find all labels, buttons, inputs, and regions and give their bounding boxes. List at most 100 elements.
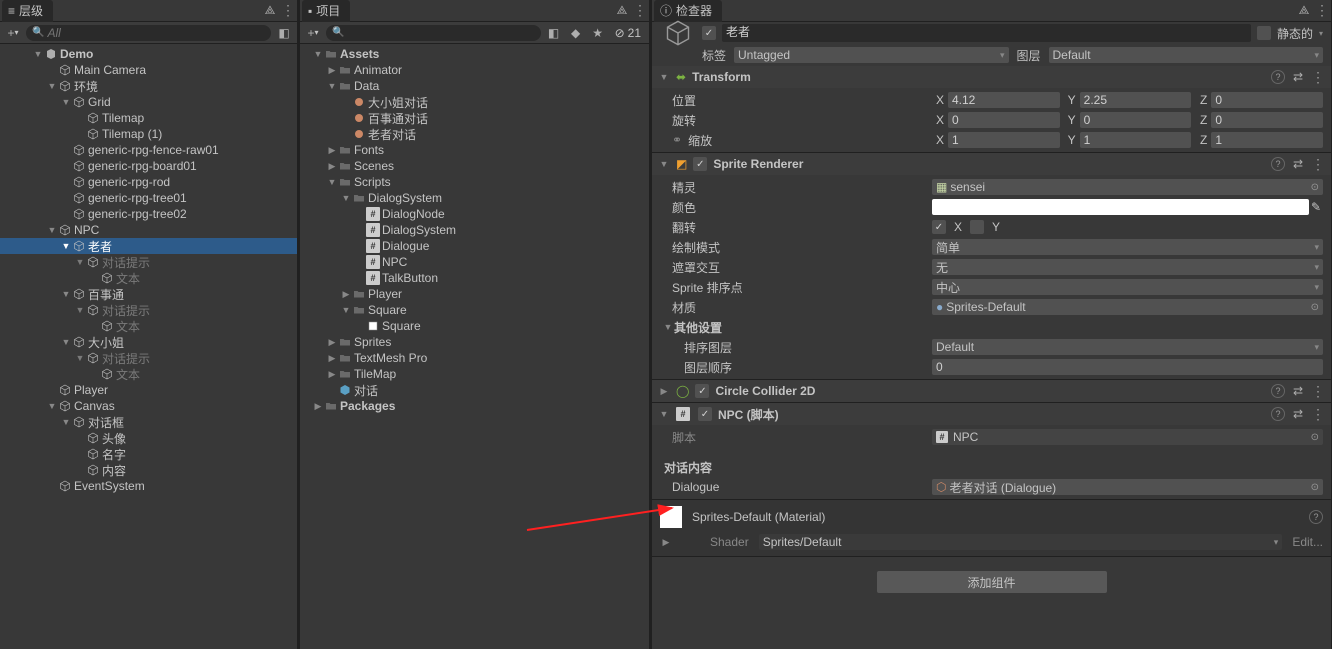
component-menu-icon[interactable]: ⋮	[1311, 69, 1325, 86]
tree-row[interactable]: #DialogNode	[300, 206, 649, 222]
flip-x-checkbox[interactable]	[932, 220, 946, 234]
tree-row[interactable]: #TalkButton	[300, 270, 649, 286]
tree-row[interactable]: 百事通对话	[300, 110, 649, 126]
tree-row[interactable]: generic-rpg-board01	[0, 158, 297, 174]
help-icon[interactable]: ?	[1271, 157, 1285, 171]
tree-row[interactable]: ▶Sprites	[300, 334, 649, 350]
tree-row[interactable]: 对话	[300, 382, 649, 398]
tree-row[interactable]: ▶TileMap	[300, 366, 649, 382]
chevron-down-icon[interactable]: ▼	[46, 224, 58, 236]
chevron-down-icon[interactable]: ▼	[340, 304, 352, 316]
tree-row[interactable]: ▶Packages	[300, 398, 649, 414]
static-checkbox[interactable]	[1257, 26, 1271, 40]
tree-row[interactable]: generic-rpg-tree01	[0, 190, 297, 206]
chevron-right-icon[interactable]: ▶	[326, 64, 338, 76]
tree-row[interactable]: generic-rpg-rod	[0, 174, 297, 190]
help-icon[interactable]: ?	[1309, 510, 1323, 524]
tree-row[interactable]: ▼NPC	[0, 222, 297, 238]
tree-row[interactable]: ▼对话提示	[0, 350, 297, 366]
tree-row[interactable]: ▼Demo	[0, 46, 297, 62]
tree-row[interactable]: ▼老者	[0, 238, 297, 254]
chevron-down-icon[interactable]: ▼	[46, 400, 58, 412]
circle-collider-enabled-checkbox[interactable]	[695, 384, 709, 398]
chevron-down-icon[interactable]: ▼	[658, 408, 670, 420]
chevron-right-icon[interactable]: ▶	[660, 536, 672, 548]
rotation-x-input[interactable]	[952, 113, 1056, 127]
gameobject-name-input[interactable]	[726, 24, 1247, 38]
preset-icon[interactable]: ⇄	[1291, 70, 1305, 84]
chevron-down-icon[interactable]: ▼	[340, 192, 352, 204]
scale-z-input[interactable]	[1215, 133, 1319, 147]
chevron-right-icon[interactable]: ▶	[312, 400, 324, 412]
project-menu-icon[interactable]: ⋮	[633, 4, 647, 18]
create-dropdown[interactable]: +▾	[6, 26, 20, 40]
lock-icon[interactable]: ⟁	[1297, 4, 1311, 18]
tree-row[interactable]: 内容	[0, 462, 297, 478]
tree-row[interactable]: ▶Animator	[300, 62, 649, 78]
create-dropdown[interactable]: +▾	[306, 26, 320, 40]
chevron-down-icon[interactable]: ▼	[326, 80, 338, 92]
project-search[interactable]: 🔍	[326, 25, 541, 41]
tree-row[interactable]: Player	[0, 382, 297, 398]
tree-row[interactable]: 文本	[0, 318, 297, 334]
chevron-right-icon[interactable]: ▶	[326, 352, 338, 364]
rotation-z-input[interactable]	[1215, 113, 1319, 127]
tree-row[interactable]: generic-rpg-fence-raw01	[0, 142, 297, 158]
preset-icon[interactable]: ⇄	[1291, 157, 1305, 171]
tree-row[interactable]: #NPC	[300, 254, 649, 270]
tree-row[interactable]: ▼Data	[300, 78, 649, 94]
tree-row[interactable]: ▼Assets	[300, 46, 649, 62]
npc-script-enabled-checkbox[interactable]	[698, 407, 712, 421]
tree-row[interactable]: ▼Canvas	[0, 398, 297, 414]
tree-row[interactable]: EventSystem	[0, 478, 297, 494]
tree-row[interactable]: ▼Square	[300, 302, 649, 318]
tree-row[interactable]: ▼百事通	[0, 286, 297, 302]
chevron-down-icon[interactable]: ▼	[662, 321, 674, 333]
chevron-down-icon[interactable]: ▼	[60, 240, 72, 252]
tree-row[interactable]: Tilemap (1)	[0, 126, 297, 142]
add-component-button[interactable]: 添加组件	[877, 571, 1107, 593]
sortlayer-dropdown[interactable]: Default	[932, 339, 1323, 355]
component-menu-icon[interactable]: ⋮	[1311, 383, 1325, 400]
tree-row[interactable]: ▶Fonts	[300, 142, 649, 158]
position-z-input[interactable]	[1215, 93, 1319, 107]
component-menu-icon[interactable]: ⋮	[1311, 406, 1325, 423]
favorite-icon[interactable]: ★	[591, 26, 605, 40]
tree-row[interactable]: ▶TextMesh Pro	[300, 350, 649, 366]
sprite-object-field[interactable]: ▦sensei	[932, 179, 1323, 195]
eyedropper-icon[interactable]: ✎	[1309, 200, 1323, 214]
chevron-right-icon[interactable]: ▶	[326, 368, 338, 380]
mask-dropdown[interactable]: 无	[932, 259, 1323, 275]
hierarchy-tab[interactable]: ≡ 层级	[2, 0, 53, 22]
tree-row[interactable]: generic-rpg-tree02	[0, 206, 297, 222]
chevron-down-icon[interactable]: ▼	[74, 352, 86, 364]
scale-x-input[interactable]	[952, 133, 1056, 147]
tag-dropdown[interactable]: Untagged	[734, 47, 1008, 63]
project-tree[interactable]: ▼Assets▶Animator▼Data大小姐对话百事通对话老者对话▶Font…	[300, 44, 649, 649]
tree-row[interactable]: ▼大小姐	[0, 334, 297, 350]
position-y-input[interactable]	[1084, 93, 1188, 107]
material-object-field[interactable]: ●Sprites-Default	[932, 299, 1323, 315]
chevron-down-icon[interactable]: ▼	[60, 96, 72, 108]
inspector-menu-icon[interactable]: ⋮	[1315, 4, 1329, 18]
tree-row[interactable]: 头像	[0, 430, 297, 446]
preset-icon[interactable]: ⇄	[1291, 384, 1305, 398]
preset-icon[interactable]: ⇄	[1291, 407, 1305, 421]
chevron-down-icon[interactable]: ▼	[32, 48, 44, 60]
static-dropdown-icon[interactable]: ▾	[1319, 29, 1323, 38]
chevron-right-icon[interactable]: ▶	[326, 160, 338, 172]
tree-row[interactable]: 大小姐对话	[300, 94, 649, 110]
hierarchy-filter-icon[interactable]: ◧	[277, 26, 291, 40]
dialogue-object-field[interactable]: ⬡老者对话 (Dialogue)	[932, 479, 1323, 495]
flip-y-checkbox[interactable]	[970, 220, 984, 234]
lock-icon[interactable]: ⟁	[263, 4, 277, 18]
tree-row[interactable]: ▼对话提示	[0, 254, 297, 270]
tree-row[interactable]: ▶Scenes	[300, 158, 649, 174]
chevron-down-icon[interactable]: ▼	[658, 71, 670, 83]
active-checkbox[interactable]	[702, 26, 716, 40]
chevron-down-icon[interactable]: ▼	[658, 158, 670, 170]
help-icon[interactable]: ?	[1271, 384, 1285, 398]
help-icon[interactable]: ?	[1271, 70, 1285, 84]
sprite-renderer-enabled-checkbox[interactable]	[693, 157, 707, 171]
chevron-right-icon[interactable]: ▶	[326, 336, 338, 348]
